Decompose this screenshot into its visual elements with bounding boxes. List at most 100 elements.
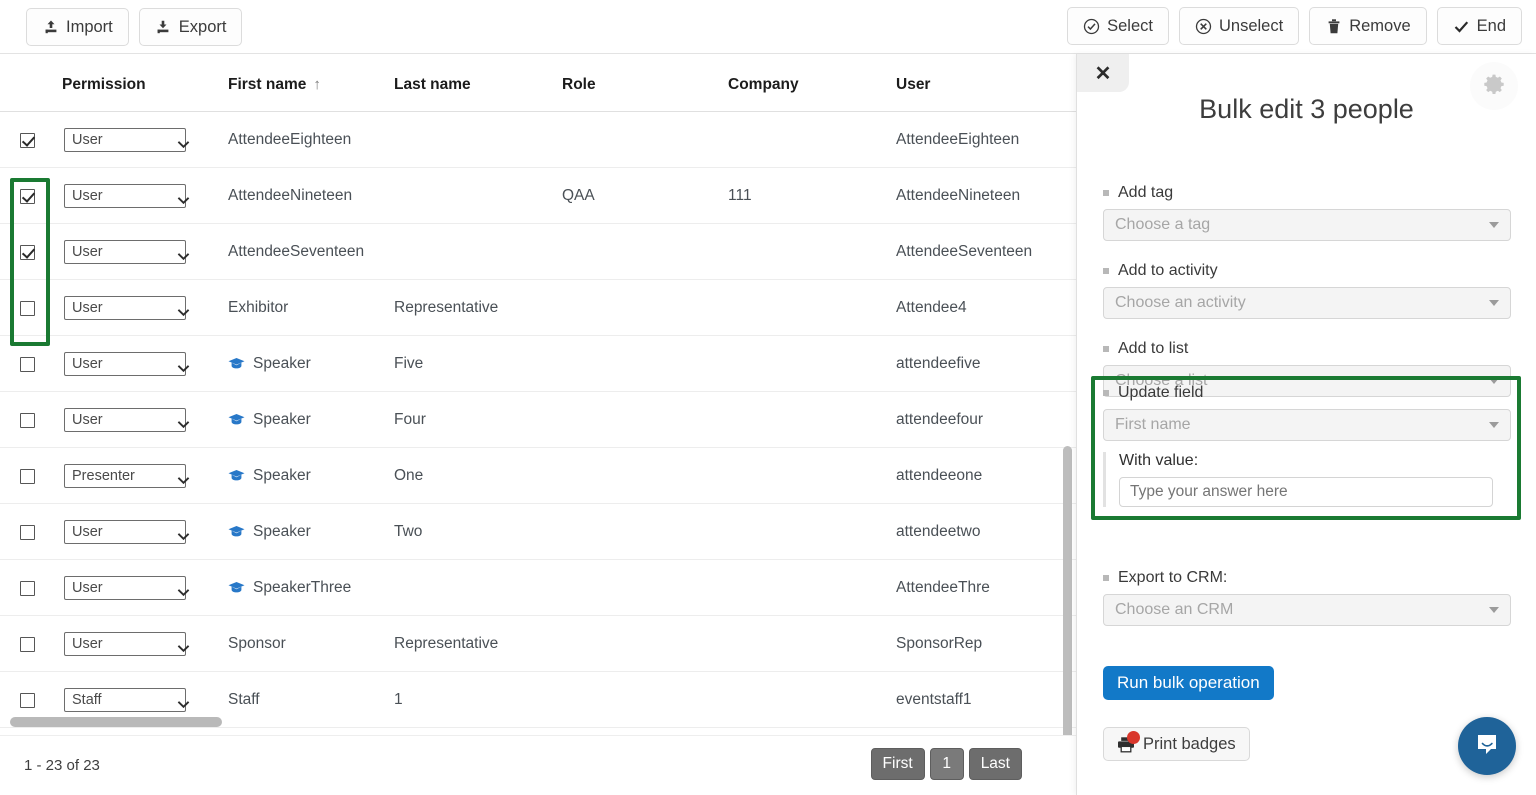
cell-last-name: 1 [394, 672, 403, 728]
print-badges-label: Print badges [1143, 734, 1236, 753]
permission-select[interactable]: User [64, 520, 190, 544]
table-row[interactable]: User AttendeeSeventeen AttendeeSeventeen [0, 224, 1076, 280]
checkbox-unchecked-icon[interactable] [20, 412, 35, 428]
select-button[interactable]: Select [1067, 7, 1169, 45]
cell-first-name: AttendeeSeventeen [228, 224, 364, 280]
checkbox-unchecked-icon[interactable] [20, 300, 35, 316]
export-to-crm-dropdown[interactable]: Choose an CRM [1103, 594, 1511, 626]
close-panel-button[interactable]: ✕ [1077, 54, 1129, 92]
run-bulk-operation-button[interactable]: Run bulk operation [1103, 666, 1274, 700]
graduation-cap-icon [228, 469, 245, 483]
column-header-role[interactable]: Role [562, 76, 596, 94]
cell-last-name: Representative [394, 280, 498, 336]
permission-select[interactable]: User [64, 240, 190, 264]
pagination-button-1[interactable]: 1 [929, 748, 964, 780]
export-button[interactable]: Export [138, 8, 243, 46]
checkbox-unchecked-icon[interactable] [20, 692, 35, 708]
column-header-first-name[interactable]: First name ↑ [228, 76, 321, 94]
cell-first-name: AttendeeNineteen [228, 168, 352, 224]
row-select-checkbox[interactable] [20, 392, 35, 448]
permission-select-value: User [72, 244, 103, 260]
update-field-dropdown[interactable]: First name [1103, 409, 1511, 441]
permission-select[interactable]: User [64, 576, 190, 600]
end-button[interactable]: End [1436, 7, 1522, 45]
add-to-activity-dropdown[interactable]: Choose an activity [1103, 287, 1511, 319]
print-notification-dot [1127, 730, 1140, 744]
cell-last-name-text: Two [394, 523, 423, 540]
table-row[interactable]: User Sponsor Representative SponsorRep [0, 616, 1076, 672]
column-header-last-name[interactable]: Last name [394, 76, 471, 94]
table-row[interactable]: User SpeakerThree AttendeeThre [0, 560, 1076, 616]
add-to-activity-section: Add to activity Choose an activity [1103, 262, 1511, 319]
row-select-checkbox[interactable] [20, 504, 35, 560]
column-header-user[interactable]: User [896, 76, 930, 94]
checkbox-checked-icon[interactable] [20, 244, 35, 260]
table-row[interactable]: User AttendeeNineteen QAA 111 AttendeeNinete… [0, 168, 1076, 224]
add-to-list-label: Add to list [1103, 340, 1511, 358]
permission-select[interactable]: User [64, 184, 190, 208]
row-select-checkbox[interactable] [20, 224, 35, 280]
pagination-button-last[interactable]: Last [968, 748, 1022, 780]
permission-select[interactable]: User [64, 352, 190, 376]
cell-first-name-text: AttendeeSeventeen [228, 243, 365, 260]
check-circle-icon [1083, 18, 1100, 35]
with-value-group: With value: [1103, 452, 1511, 507]
permission-select[interactable]: User [64, 632, 190, 656]
table-row[interactable]: User Speaker Two attendeetwo [0, 504, 1076, 560]
add-tag-dropdown[interactable]: Choose a tag [1103, 209, 1511, 241]
row-select-checkbox[interactable] [20, 168, 35, 224]
permission-select-value: User [72, 188, 103, 204]
cell-user-text: attendeeone [896, 467, 983, 484]
column-header-permission[interactable]: Permission [62, 76, 146, 94]
cell-user-text: AttendeeNineteen [896, 187, 1021, 204]
with-value-input[interactable] [1119, 477, 1493, 507]
cell-first-name-text: Speaker [253, 523, 311, 540]
table-row[interactable]: Presenter Speaker One attendeeone [0, 448, 1076, 504]
table-header-row: Permission First name ↑ Last name Role Compan… [0, 54, 1076, 112]
intercom-launcher-button[interactable] [1458, 717, 1516, 775]
permission-select[interactable]: User [64, 296, 190, 320]
cell-first-name: Speaker [228, 392, 311, 448]
graduation-cap-icon [228, 525, 245, 539]
row-select-checkbox[interactable] [20, 560, 35, 616]
cell-first-name-text: Speaker [253, 467, 311, 484]
table-row[interactable]: User Exhibitor Representative Attendee4 [0, 280, 1076, 336]
permission-select[interactable]: User [64, 408, 190, 432]
checkbox-unchecked-icon[interactable] [20, 468, 35, 484]
row-select-checkbox[interactable] [20, 280, 35, 336]
table-row[interactable]: User Speaker Five attendeefive [0, 336, 1076, 392]
bulk-edit-panel: ✕ Bulk edit 3 people Add tag Choose a ta… [1076, 54, 1536, 795]
import-button[interactable]: Import [26, 8, 129, 46]
cell-user-text: attendeefive [896, 355, 981, 372]
remove-button[interactable]: Remove [1309, 7, 1427, 45]
row-select-checkbox[interactable] [20, 616, 35, 672]
checkbox-checked-icon[interactable] [20, 188, 35, 204]
permission-select-value: User [72, 580, 103, 596]
row-select-checkbox[interactable] [20, 448, 35, 504]
checkbox-checked-icon[interactable] [20, 132, 35, 148]
permission-select-value: Presenter [72, 468, 135, 484]
cell-first-name: Speaker [228, 504, 311, 560]
row-select-checkbox[interactable] [20, 336, 35, 392]
pagination-button-first[interactable]: First [870, 748, 925, 780]
permission-select[interactable]: User [64, 128, 190, 152]
table-horizontal-scrollbar[interactable] [10, 717, 222, 727]
permission-select[interactable]: Presenter [64, 464, 190, 488]
checkbox-unchecked-icon[interactable] [20, 356, 35, 372]
column-header-label: Last name [394, 76, 471, 93]
table-row[interactable]: User Speaker Four attendeefour [0, 392, 1076, 448]
print-badges-button[interactable]: Print badges [1103, 727, 1250, 761]
unselect-button[interactable]: Unselect [1178, 7, 1300, 45]
column-header-company[interactable]: Company [728, 76, 799, 94]
table-vertical-scrollbar[interactable] [1063, 446, 1072, 735]
cell-user: AttendeeSeventeen [896, 224, 1032, 280]
checkbox-unchecked-icon[interactable] [20, 524, 35, 540]
permission-select[interactable]: Staff [64, 688, 190, 712]
checkbox-unchecked-icon[interactable] [20, 580, 35, 596]
checkbox-unchecked-icon[interactable] [20, 636, 35, 652]
cell-last-name: Four [394, 392, 426, 448]
bullet-icon [1103, 575, 1109, 581]
table-row[interactable]: User AttendeeEighteen AttendeeEighteen [0, 112, 1076, 168]
row-select-checkbox[interactable] [20, 112, 35, 168]
cell-user: attendeefive [896, 336, 980, 392]
